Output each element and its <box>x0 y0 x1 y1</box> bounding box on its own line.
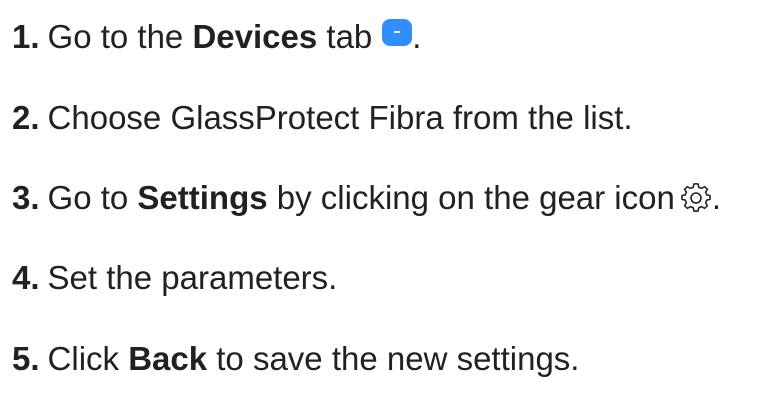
step-number: 5. <box>12 340 40 377</box>
step-text: to save the new settings. <box>216 340 580 377</box>
step-3: 3. Go to Settings by clicking on the gea… <box>12 176 721 220</box>
step-4: 4. Set the parameters. <box>12 256 337 300</box>
step-number: 2. <box>12 99 40 136</box>
step-1: 1. Go to the Devices tab . <box>12 15 421 59</box>
step-5: 5. Click Back to save the new settings. <box>12 337 579 381</box>
settings-label: Settings <box>137 179 268 216</box>
step-number: 3. <box>12 179 40 216</box>
step-2: 2. Choose GlassProtect Fibra from the li… <box>12 96 633 140</box>
step-number: 1. <box>12 18 40 55</box>
step-text: Set the parameters. <box>47 259 338 296</box>
devices-label: Devices <box>192 18 318 55</box>
step-number: 4. <box>12 259 40 296</box>
back-label: Back <box>128 340 208 377</box>
step-text: Choose GlassProtect Fibra from the list. <box>47 99 633 136</box>
step-end: . <box>412 18 422 55</box>
step-end: . <box>711 179 722 216</box>
gear-icon <box>681 180 711 212</box>
devices-tab-icon <box>382 18 413 46</box>
step-text: Go to the <box>47 18 184 55</box>
step-text: Go to <box>47 179 129 216</box>
step-text: tab <box>326 18 373 55</box>
step-text: by clicking on the gear icon <box>276 179 675 216</box>
step-text: Click <box>47 340 120 377</box>
instruction-steps: 1. Go to the Devices tab . 2. Choose Gla… <box>0 0 783 394</box>
